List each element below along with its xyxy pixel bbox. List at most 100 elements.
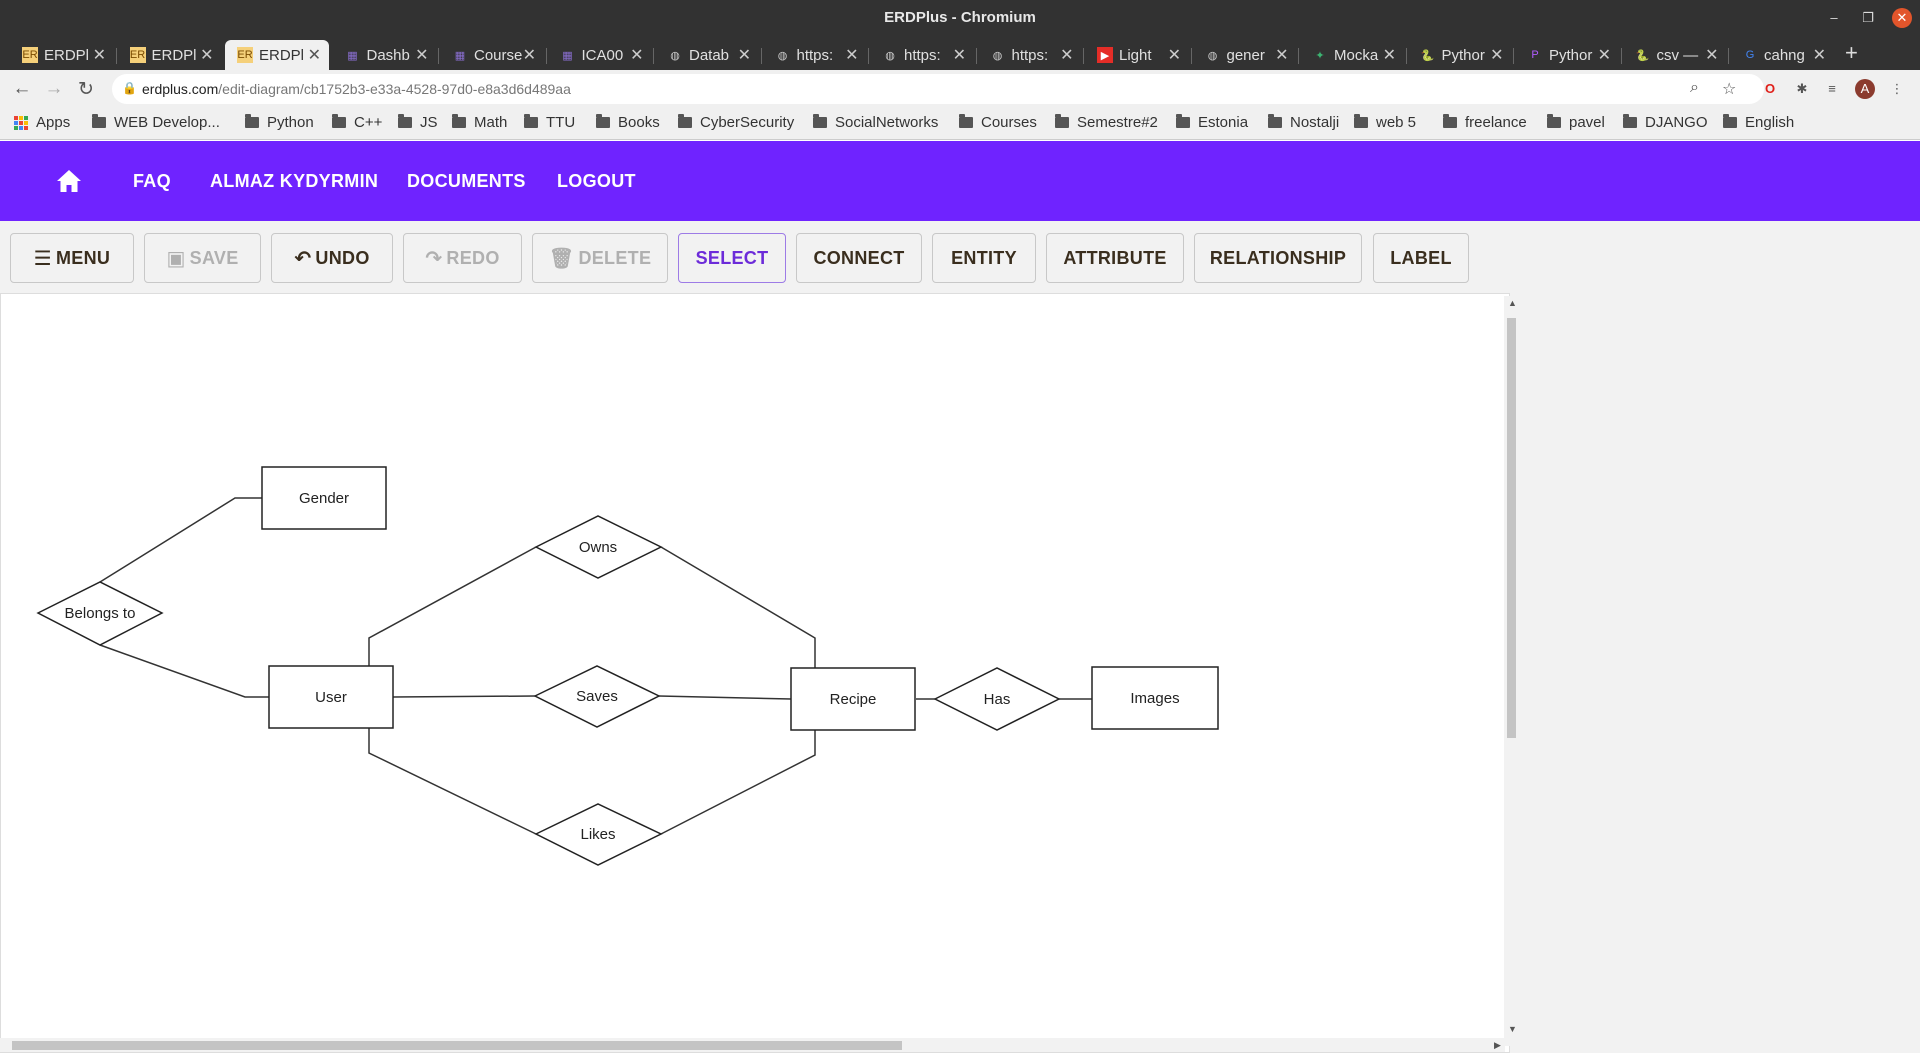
close-tab-icon[interactable]: ✕ [1060, 45, 1073, 65]
address-bar[interactable]: 🔒 erdplus.com/edit-diagram/cb1752b3-e33a… [112, 74, 1764, 104]
close-tab-icon[interactable]: ✕ [1275, 45, 1288, 65]
browser-tab[interactable]: ER ERDPl ✕ [225, 40, 329, 70]
close-tab-icon[interactable]: ✕ [415, 45, 428, 65]
relationship-button[interactable]: RELATIONSHIP [1194, 233, 1362, 283]
attribute-button[interactable]: ATTRIBUTE [1046, 233, 1184, 283]
browser-tab[interactable]: ER ERDPl ✕ [118, 40, 222, 70]
horizontal-scroll-thumb[interactable] [12, 1041, 902, 1050]
bookmark-folder[interactable]: English [1723, 114, 1794, 131]
globe-icon: ◍ [777, 49, 788, 62]
browser-tab[interactable]: ◍ Datab ✕ [655, 40, 759, 70]
bookmark-folder[interactable]: TTU [524, 114, 575, 131]
browser-tab[interactable]: ◍ https: ✕ [870, 40, 974, 70]
label-button[interactable]: LABEL [1373, 233, 1469, 283]
forward-icon[interactable]: → [42, 78, 66, 100]
close-tab-icon[interactable]: ✕ [1383, 45, 1396, 65]
browser-tab[interactable]: 🐍 Pythor ✕ [1408, 40, 1512, 70]
close-tab-icon[interactable]: ✕ [845, 45, 858, 65]
minimize-icon[interactable]: – [1824, 8, 1844, 28]
bookmark-folder[interactable]: WEB Develop... [92, 114, 220, 131]
select-button[interactable]: SELECT [678, 233, 786, 283]
folder-icon [1176, 114, 1190, 128]
close-tab-icon[interactable]: ✕ [308, 45, 321, 65]
back-icon[interactable]: ← [10, 78, 34, 100]
browser-tab[interactable]: ◍ https: ✕ [763, 40, 867, 70]
scroll-right-icon[interactable]: ▶ [1494, 1040, 1501, 1051]
nav-faq[interactable]: FAQ [133, 171, 171, 192]
close-tab-icon[interactable]: ✕ [1168, 45, 1181, 65]
bookmark-folder[interactable]: Courses [959, 114, 1037, 131]
redo-button[interactable]: ↷ REDO [403, 233, 522, 283]
close-tab-icon[interactable]: ✕ [1705, 45, 1718, 65]
delete-button[interactable]: 🗑 DELETE [532, 233, 668, 283]
vertical-scroll-thumb[interactable] [1507, 318, 1516, 738]
browser-tab[interactable]: ◍ gener ✕ [1193, 40, 1297, 70]
browser-tab[interactable]: ER ERDPl ✕ [10, 40, 114, 70]
bookmark-folder[interactable]: Semestre#2 [1055, 114, 1158, 131]
close-window-icon[interactable]: ✕ [1892, 8, 1912, 28]
bookmark-folder[interactable]: freelance [1443, 114, 1527, 131]
nav-documents[interactable]: DOCUMENTS [407, 171, 526, 192]
close-tab-icon[interactable]: ✕ [1813, 45, 1826, 65]
bookmark-folder[interactable]: JS [398, 114, 438, 131]
bookmark-apps[interactable]: Apps [14, 114, 70, 131]
nav-logout[interactable]: LOGOUT [557, 171, 636, 192]
nav-user[interactable]: ALMAZ KYDYRMIN [210, 171, 378, 192]
media-control-icon[interactable]: ≡ [1822, 79, 1842, 99]
home-icon[interactable] [56, 169, 82, 193]
opera-extension-icon[interactable]: O [1760, 79, 1780, 99]
connect-button[interactable]: CONNECT [796, 233, 922, 283]
close-tab-icon[interactable]: ✕ [93, 45, 106, 65]
browser-tab[interactable]: P Pythor ✕ [1515, 40, 1619, 70]
bookmark-folder[interactable]: C++ [332, 114, 382, 131]
close-tab-icon[interactable]: ✕ [523, 45, 536, 65]
close-tab-icon[interactable]: ✕ [200, 45, 213, 65]
save-button[interactable]: ▣ SAVE [144, 233, 261, 283]
undo-button[interactable]: ↶ UNDO [271, 233, 393, 283]
browser-tab[interactable]: ▶ Light ✕ [1085, 40, 1189, 70]
restore-icon[interactable]: ❐ [1858, 8, 1878, 28]
bookmark-folder[interactable]: Books [596, 114, 660, 131]
bookmark-folder[interactable]: Nostalji [1268, 114, 1339, 131]
new-tab-icon[interactable]: + [1845, 40, 1858, 66]
bookmark-folder[interactable]: pavel [1547, 114, 1605, 131]
bookmark-folder[interactable]: DJANGO [1623, 114, 1708, 131]
scroll-up-icon[interactable]: ▲ [1508, 298, 1517, 308]
folder-icon [1268, 114, 1282, 128]
browser-menu-icon[interactable]: ⋮ [1887, 79, 1907, 99]
tab-label: Datab [689, 46, 730, 64]
zoom-icon[interactable]: ⌕ [1690, 79, 1699, 97]
browser-tab[interactable]: 🐍 csv — ✕ [1623, 40, 1727, 70]
tab-strip: ER ERDPl ✕ ER ERDPl ✕ ER ERDPl ✕ ▦ Dashb ✕ ▦ Course ✕ ▦… [0, 36, 1920, 70]
scroll-down-icon[interactable]: ▼ [1508, 1024, 1517, 1034]
bookmark-folder[interactable]: Math [452, 114, 507, 131]
bookmark-folder[interactable]: CyberSecurity [678, 114, 794, 131]
bookmark-star-icon[interactable]: ☆ [1722, 79, 1736, 99]
browser-tab[interactable]: ▦ Dashb ✕ [333, 40, 437, 70]
course-icon: ▦ [347, 49, 358, 62]
bookmark-folder[interactable]: Python [245, 114, 314, 131]
profile-avatar[interactable]: A [1855, 79, 1875, 99]
bookmark-folder[interactable]: SocialNetworks [813, 114, 938, 131]
close-tab-icon[interactable]: ✕ [1490, 45, 1503, 65]
bookmark-folder[interactable]: Estonia [1176, 114, 1248, 131]
globe-icon: ◍ [992, 49, 1003, 62]
bookmark-folder[interactable]: web 5 [1354, 114, 1416, 131]
browser-tab[interactable]: ▦ ICA00 ✕ [548, 40, 652, 70]
browser-tab[interactable]: ✦ Mocka ✕ [1300, 40, 1404, 70]
close-tab-icon[interactable]: ✕ [738, 45, 751, 65]
bookmark-label: JS [420, 114, 438, 131]
reload-icon[interactable]: ↻ [74, 78, 98, 101]
extensions-puzzle-icon[interactable]: ✱ [1792, 79, 1812, 99]
close-tab-icon[interactable]: ✕ [1598, 45, 1611, 65]
browser-tab[interactable]: Gcahng ✕ [1730, 40, 1834, 70]
bookmark-label: Estonia [1198, 114, 1249, 131]
browser-tab[interactable]: ◍ https: ✕ [978, 40, 1082, 70]
browser-tab[interactable]: ▦ Course ✕ [440, 40, 544, 70]
close-tab-icon[interactable]: ✕ [630, 45, 643, 65]
close-tab-icon[interactable]: ✕ [953, 45, 966, 65]
entity-button[interactable]: ENTITY [932, 233, 1036, 283]
er-diagram[interactable]: Gender User Recipe Images Belongs to Own… [0, 293, 1504, 1038]
bookmark-label: TTU [546, 114, 576, 131]
menu-button[interactable]: ☰ MENU [10, 233, 134, 283]
